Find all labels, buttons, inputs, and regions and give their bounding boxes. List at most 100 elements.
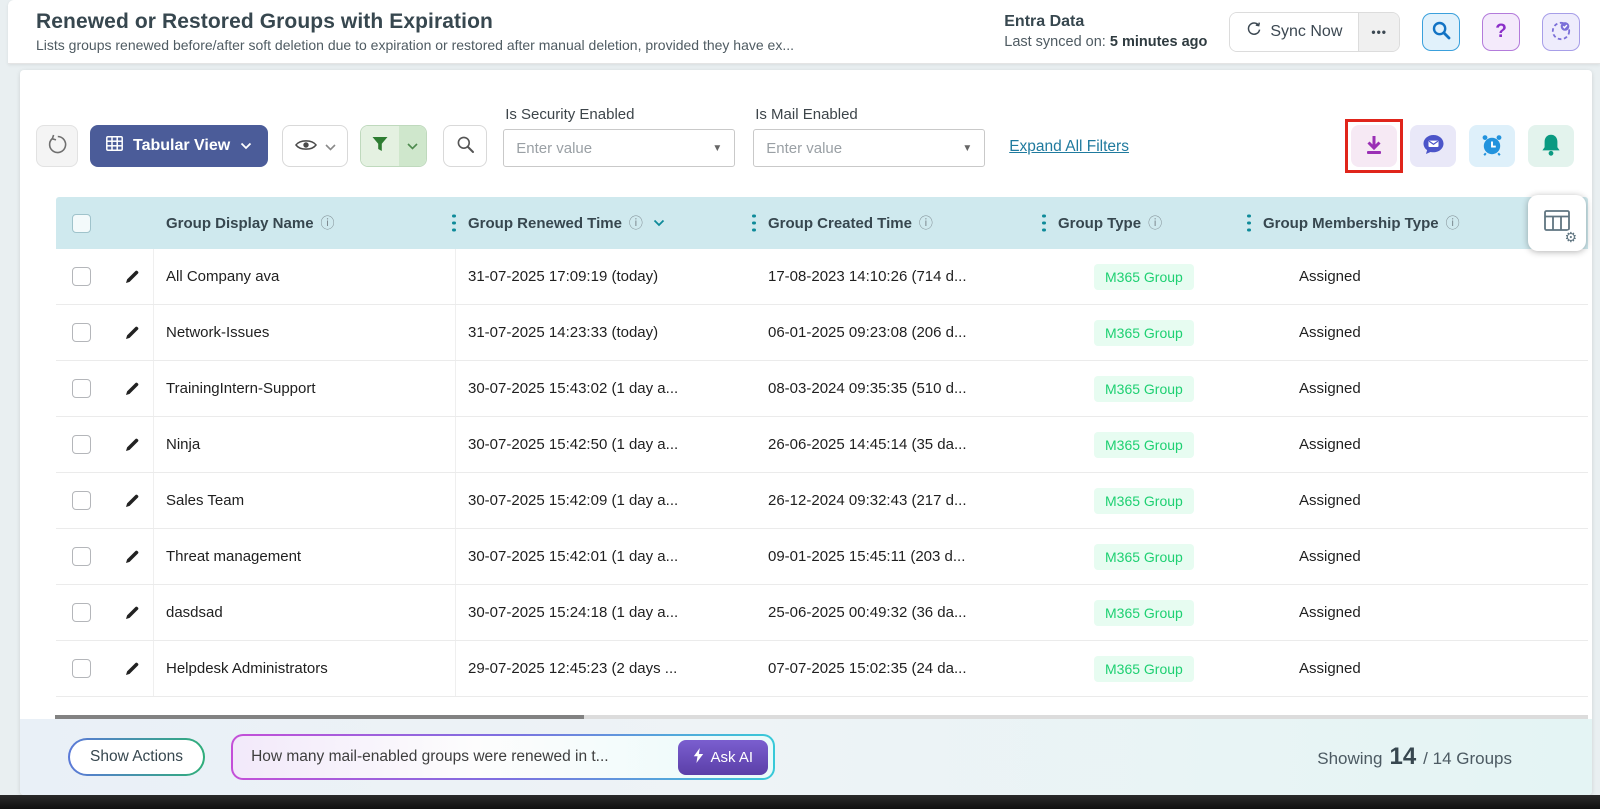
group-renewed-time: 30-07-2025 15:42:50 (1 day a...: [468, 436, 679, 453]
help-button[interactable]: ?: [1482, 12, 1520, 51]
column-header[interactable]: Group Created Time ⓘ: [756, 197, 1046, 249]
group-renewed-time: 31-07-2025 14:23:33 (today): [468, 324, 659, 341]
question-mark-icon: ?: [1495, 20, 1507, 42]
table-search-button[interactable]: [443, 125, 488, 167]
edit-pencil-icon[interactable]: [124, 660, 141, 677]
info-icon[interactable]: ⓘ: [1148, 213, 1162, 233]
select-all-checkbox[interactable]: [72, 213, 91, 233]
column-header[interactable]: Group Type ⓘ: [1046, 197, 1251, 249]
row-checkbox[interactable]: [72, 435, 91, 454]
edit-pencil-icon[interactable]: [124, 604, 141, 621]
row-select-cell: [56, 473, 106, 528]
group-display-name: Threat management: [154, 529, 456, 584]
row-checkbox[interactable]: [72, 379, 91, 398]
download-icon: [1363, 134, 1385, 159]
table-row[interactable]: Threat management 30-07-2025 15:42:01 (1…: [56, 529, 1588, 585]
edit-pencil-icon[interactable]: [124, 548, 141, 565]
row-checkbox[interactable]: [72, 547, 91, 566]
row-checkbox[interactable]: [72, 267, 91, 286]
column-settings-button[interactable]: ⚙: [1528, 195, 1586, 251]
group-membership-type: Assigned: [1299, 324, 1361, 341]
sync-now-button[interactable]: Sync Now: [1230, 12, 1359, 51]
row-checkbox[interactable]: [72, 603, 91, 622]
group-type-cell: M365 Group: [1046, 529, 1251, 584]
showing-label: Showing: [1317, 749, 1383, 768]
column-header[interactable]: Group Display Name ⓘ: [154, 197, 456, 249]
table-row[interactable]: Helpdesk Administrators 29-07-2025 12:45…: [56, 641, 1588, 697]
group-created-time: 17-08-2023 14:10:26 (714 d...: [768, 268, 967, 285]
expand-all-filters-link[interactable]: Expand All Filters: [1009, 138, 1129, 156]
group-type-cell: M365 Group: [1046, 305, 1251, 360]
task-status-button[interactable]: [1542, 12, 1580, 51]
row-checkbox[interactable]: [72, 491, 91, 510]
row-checkbox[interactable]: [72, 659, 91, 678]
last-synced-value: 5 minutes ago: [1109, 33, 1208, 50]
table-row[interactable]: TrainingIntern-Support 30-07-2025 15:43:…: [56, 361, 1588, 417]
global-search-button[interactable]: [1422, 12, 1460, 51]
row-checkbox[interactable]: [72, 323, 91, 342]
data-source-block: Entra Data Last synced on: 5 minutes ago: [1004, 11, 1207, 52]
ask-ai-label: Ask AI: [710, 748, 754, 766]
notifications-button[interactable]: [1528, 125, 1574, 167]
info-icon[interactable]: ⓘ: [1446, 213, 1460, 233]
visibility-options-button[interactable]: [282, 125, 349, 167]
table-row[interactable]: Ninja 30-07-2025 15:42:50 (1 day a... 26…: [56, 417, 1588, 473]
view-selector-button[interactable]: Tabular View: [90, 125, 269, 167]
row-edit-cell: [106, 305, 154, 360]
filter-label: Is Security Enabled: [505, 106, 635, 123]
filter-dropdown-button[interactable]: [399, 126, 427, 166]
group-renewed-time: 30-07-2025 15:24:18 (1 day a...: [468, 604, 679, 621]
info-icon[interactable]: ⓘ: [919, 213, 933, 233]
info-icon[interactable]: ⓘ: [629, 213, 643, 233]
edit-pencil-icon[interactable]: [124, 436, 141, 453]
sort-descending-icon[interactable]: [653, 219, 665, 227]
group-membership-type: Assigned: [1299, 436, 1361, 453]
row-select-cell: [56, 361, 106, 416]
table-row[interactable]: Network-Issues 31-07-2025 14:23:33 (toda…: [56, 305, 1588, 361]
row-edit-cell: [106, 641, 154, 696]
table-body: All Company ava 31-07-2025 17:09:19 (tod…: [56, 249, 1588, 697]
row-edit-cell: [106, 249, 154, 304]
table-row[interactable]: dasdsad 30-07-2025 15:24:18 (1 day a... …: [56, 585, 1588, 641]
group-membership-type: Assigned: [1299, 548, 1361, 565]
feedback-button[interactable]: [1410, 125, 1456, 167]
filter-button[interactable]: [361, 126, 400, 166]
groups-table: Group Display Name ⓘ Group Renewed Time …: [56, 195, 1588, 697]
ai-query-input[interactable]: How many mail-enabled groups were renewe…: [251, 748, 677, 766]
ask-ai-button[interactable]: Ask AI: [677, 739, 769, 775]
report-panel: Tabular View Is Security Enabled Enter v…: [20, 70, 1592, 795]
record-count: Showing 14 / 14 Groups: [1317, 743, 1512, 771]
table-row[interactable]: Sales Team 30-07-2025 15:42:09 (1 day a.…: [56, 473, 1588, 529]
edit-pencil-icon[interactable]: [124, 324, 141, 341]
table-row[interactable]: All Company ava 31-07-2025 17:09:19 (tod…: [56, 249, 1588, 305]
shown-count: 14: [1389, 743, 1417, 770]
group-renewed-time: 30-07-2025 15:42:09 (1 day a...: [468, 492, 679, 509]
group-type-badge: M365 Group: [1094, 431, 1194, 458]
refresh-button[interactable]: [36, 125, 78, 167]
mail-enabled-select[interactable]: Enter value ▼: [753, 129, 986, 167]
chevron-down-icon: [407, 137, 418, 155]
column-header[interactable]: Group Renewed Time ⓘ: [456, 197, 756, 249]
column-header-label: Group Renewed Time: [468, 214, 622, 232]
group-type-badge: M365 Group: [1094, 263, 1194, 290]
schedule-alarm-button[interactable]: [1469, 125, 1515, 167]
edit-pencil-icon[interactable]: [124, 268, 141, 285]
info-icon[interactable]: ⓘ: [321, 213, 335, 233]
show-actions-button[interactable]: Show Actions: [68, 738, 206, 776]
group-type-badge: M365 Group: [1094, 375, 1194, 402]
sync-more-options-button[interactable]: •••: [1358, 12, 1399, 51]
group-membership-type: Assigned: [1299, 660, 1361, 677]
column-header-label: Group Type: [1058, 214, 1142, 232]
download-button[interactable]: [1345, 119, 1403, 173]
edit-pencil-icon[interactable]: [124, 492, 141, 509]
group-membership-type: Assigned: [1299, 604, 1361, 621]
group-renewed-time: 30-07-2025 15:43:02 (1 day a...: [468, 380, 679, 397]
security-enabled-select[interactable]: Enter value ▼: [503, 129, 736, 167]
scheduled-check-icon: [1550, 19, 1573, 45]
group-display-name: All Company ava: [154, 249, 456, 304]
refresh-icon: [46, 134, 68, 159]
group-renewed-time: 31-07-2025 17:09:19 (today): [468, 268, 659, 285]
toolbar: Tabular View Is Security Enabled Enter v…: [20, 70, 1592, 173]
edit-pencil-icon[interactable]: [124, 380, 141, 397]
page-subtitle: Lists groups renewed before/after soft d…: [36, 37, 795, 53]
